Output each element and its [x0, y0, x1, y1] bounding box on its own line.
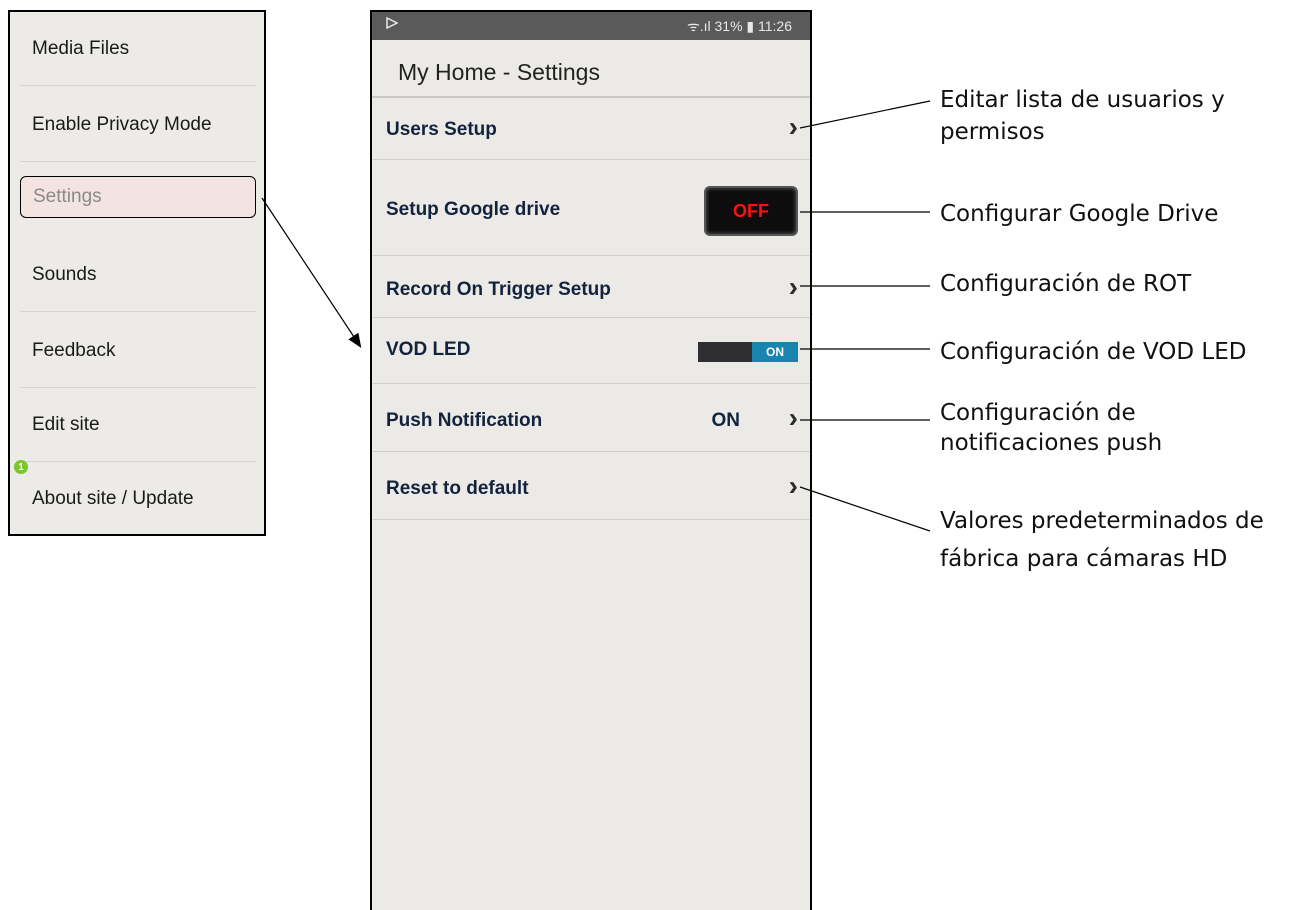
annotation-vod-led: Configuración de VOD LED: [940, 339, 1247, 365]
callout-line: [799, 100, 931, 129]
annotation-users: Editar lista de usuarios y permisos: [940, 87, 1225, 145]
callout-line: [799, 486, 931, 532]
annotation-google-drive: Configurar Google Drive: [940, 201, 1219, 227]
settings-arrow: [261, 197, 362, 349]
annotation-reset: Valores predeterminados de fábrica para …: [940, 508, 1264, 572]
annotation-push: Configuración de notificaciones push: [940, 400, 1163, 456]
annotation-rot: Configuración de ROT: [940, 271, 1192, 297]
